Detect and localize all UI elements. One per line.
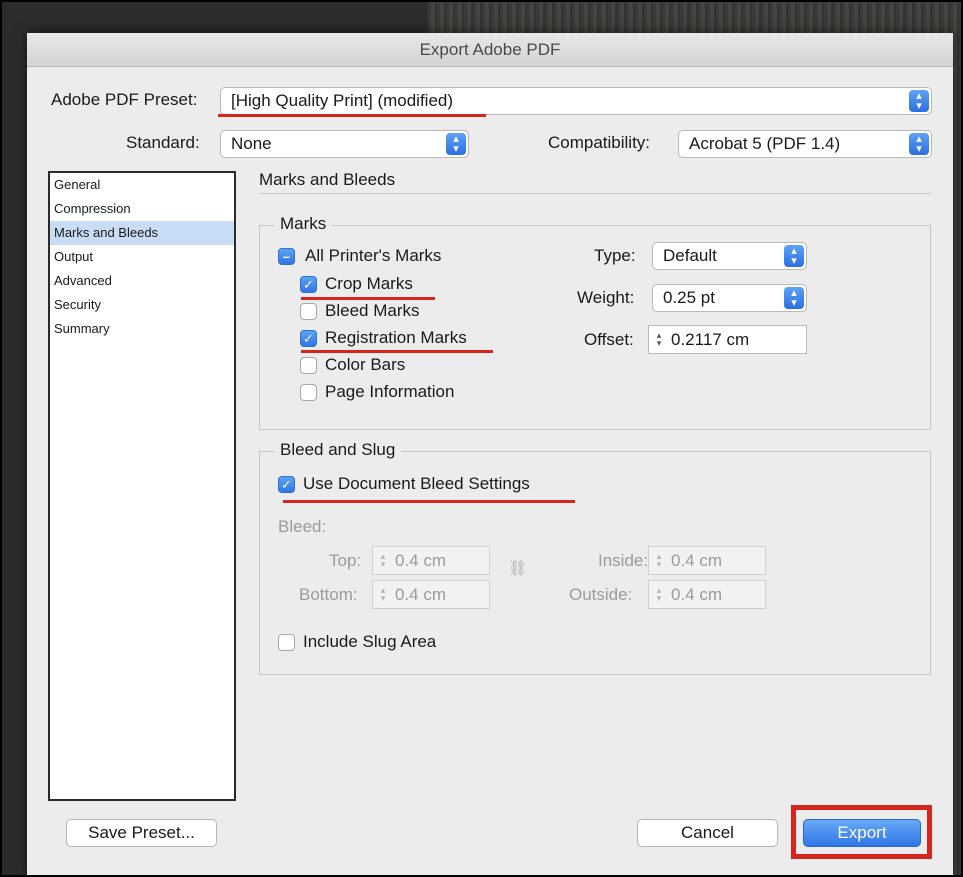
save-preset-button[interactable]: Save Preset... (66, 819, 217, 847)
standard-value: None (231, 134, 272, 153)
type-label: Type: (594, 246, 636, 265)
annotation-underline-registration (301, 350, 493, 353)
dialog-title: Export Adobe PDF (27, 33, 953, 67)
cancel-button[interactable]: Cancel (637, 819, 778, 847)
chain-link-icon[interactable]: ⛓ (508, 559, 527, 587)
inside-label: Inside: (598, 551, 649, 570)
annotation-underline-bleed (283, 500, 575, 503)
all-printers-marks-checkbox[interactable]: – (278, 248, 295, 265)
standard-label: Standard: (126, 133, 200, 152)
use-document-bleed-label: Use Document Bleed Settings (303, 474, 530, 493)
offset-input[interactable]: ▴ ▾ 0.2117 cm (648, 325, 807, 354)
stepper-icon[interactable]: ▴ ▾ (376, 552, 390, 569)
page-information-checkbox[interactable] (300, 384, 317, 401)
panel-divider (259, 193, 931, 194)
weight-value: 0.25 pt (663, 288, 715, 307)
compatibility-select[interactable]: Acrobat 5 (PDF 1.4) ▴ ▾ (678, 130, 932, 158)
weight-label: Weight: (577, 288, 635, 307)
stepper-icon[interactable]: ▴ ▾ (652, 586, 666, 603)
export-pdf-dialog: Export Adobe PDF Adobe PDF Preset: [High… (27, 33, 953, 877)
registration-marks-checkbox[interactable]: ✓ (300, 330, 317, 347)
bleed-marks-label: Bleed Marks (325, 301, 420, 320)
offset-label: Offset: (584, 330, 634, 349)
annotation-box-export (791, 805, 932, 859)
registration-marks-label: Registration Marks (325, 328, 467, 347)
select-arrows-icon: ▴ ▾ (784, 287, 804, 309)
page-information-label: Page Information (325, 382, 455, 401)
category-list: General Compression Marks and Bleeds Out… (48, 171, 236, 801)
bleed-slug-group-title: Bleed and Slug (274, 440, 402, 460)
annotation-underline-preset (218, 114, 486, 117)
select-arrows-icon: ▴ ▾ (909, 90, 929, 112)
inside-bleed-input[interactable]: ▴ ▾ 0.4 cm (648, 546, 766, 575)
color-bars-checkbox[interactable] (300, 357, 317, 374)
sidebar-item-advanced[interactable]: Advanced (50, 269, 234, 293)
type-select[interactable]: Default ▴ ▾ (652, 242, 807, 270)
compatibility-label: Compatibility: (548, 133, 651, 152)
preset-select[interactable]: [High Quality Print] (modified) ▴ ▾ (220, 87, 932, 115)
sidebar-item-marks-and-bleeds[interactable]: Marks and Bleeds (50, 221, 234, 245)
include-slug-label: Include Slug Area (303, 632, 437, 651)
sidebar-item-security[interactable]: Security (50, 293, 234, 317)
crop-marks-label: Crop Marks (325, 274, 413, 293)
bottom-bleed-value: 0.4 cm (395, 585, 447, 604)
top-label: Top: (329, 551, 362, 570)
top-bleed-input[interactable]: ▴ ▾ 0.4 cm (372, 546, 490, 575)
outside-bleed-input[interactable]: ▴ ▾ 0.4 cm (648, 580, 766, 609)
sidebar-item-general[interactable]: General (50, 173, 234, 197)
select-arrows-icon: ▴ ▾ (909, 133, 929, 155)
stepper-icon[interactable]: ▴ ▾ (652, 331, 666, 348)
preset-value: [High Quality Print] (modified) (231, 91, 454, 110)
standard-select[interactable]: None ▴ ▾ (220, 130, 469, 158)
panel-title: Marks and Bleeds (259, 170, 396, 189)
preset-label: Adobe PDF Preset: (51, 90, 198, 109)
compatibility-value: Acrobat 5 (PDF 1.4) (689, 134, 841, 153)
top-bleed-value: 0.4 cm (395, 551, 447, 570)
inside-bleed-value: 0.4 cm (671, 551, 723, 570)
sidebar-item-compression[interactable]: Compression (50, 197, 234, 221)
color-bars-label: Color Bars (325, 355, 406, 374)
bleed-label: Bleed: (278, 517, 327, 536)
annotation-underline-crop (301, 297, 435, 300)
stepper-icon[interactable]: ▴ ▾ (376, 586, 390, 603)
type-value: Default (663, 246, 717, 265)
marks-group-title: Marks (274, 214, 333, 234)
use-document-bleed-checkbox[interactable]: ✓ (278, 476, 295, 493)
offset-value: 0.2117 cm (671, 330, 750, 349)
outside-bleed-value: 0.4 cm (671, 585, 723, 604)
weight-select[interactable]: 0.25 pt ▴ ▾ (652, 284, 807, 312)
crop-marks-checkbox[interactable]: ✓ (300, 276, 317, 293)
sidebar-item-output[interactable]: Output (50, 245, 234, 269)
bottom-bleed-input[interactable]: ▴ ▾ 0.4 cm (372, 580, 490, 609)
select-arrows-icon: ▴ ▾ (784, 245, 804, 267)
sidebar-item-summary[interactable]: Summary (50, 317, 234, 341)
include-slug-checkbox[interactable] (278, 634, 295, 651)
outside-label: Outside: (569, 585, 633, 604)
select-arrows-icon: ▴ ▾ (446, 133, 466, 155)
stepper-icon[interactable]: ▴ ▾ (652, 552, 666, 569)
bleed-marks-checkbox[interactable] (300, 303, 317, 320)
bottom-label: Bottom: (299, 585, 358, 604)
all-printers-marks-label: All Printer's Marks (305, 246, 442, 265)
